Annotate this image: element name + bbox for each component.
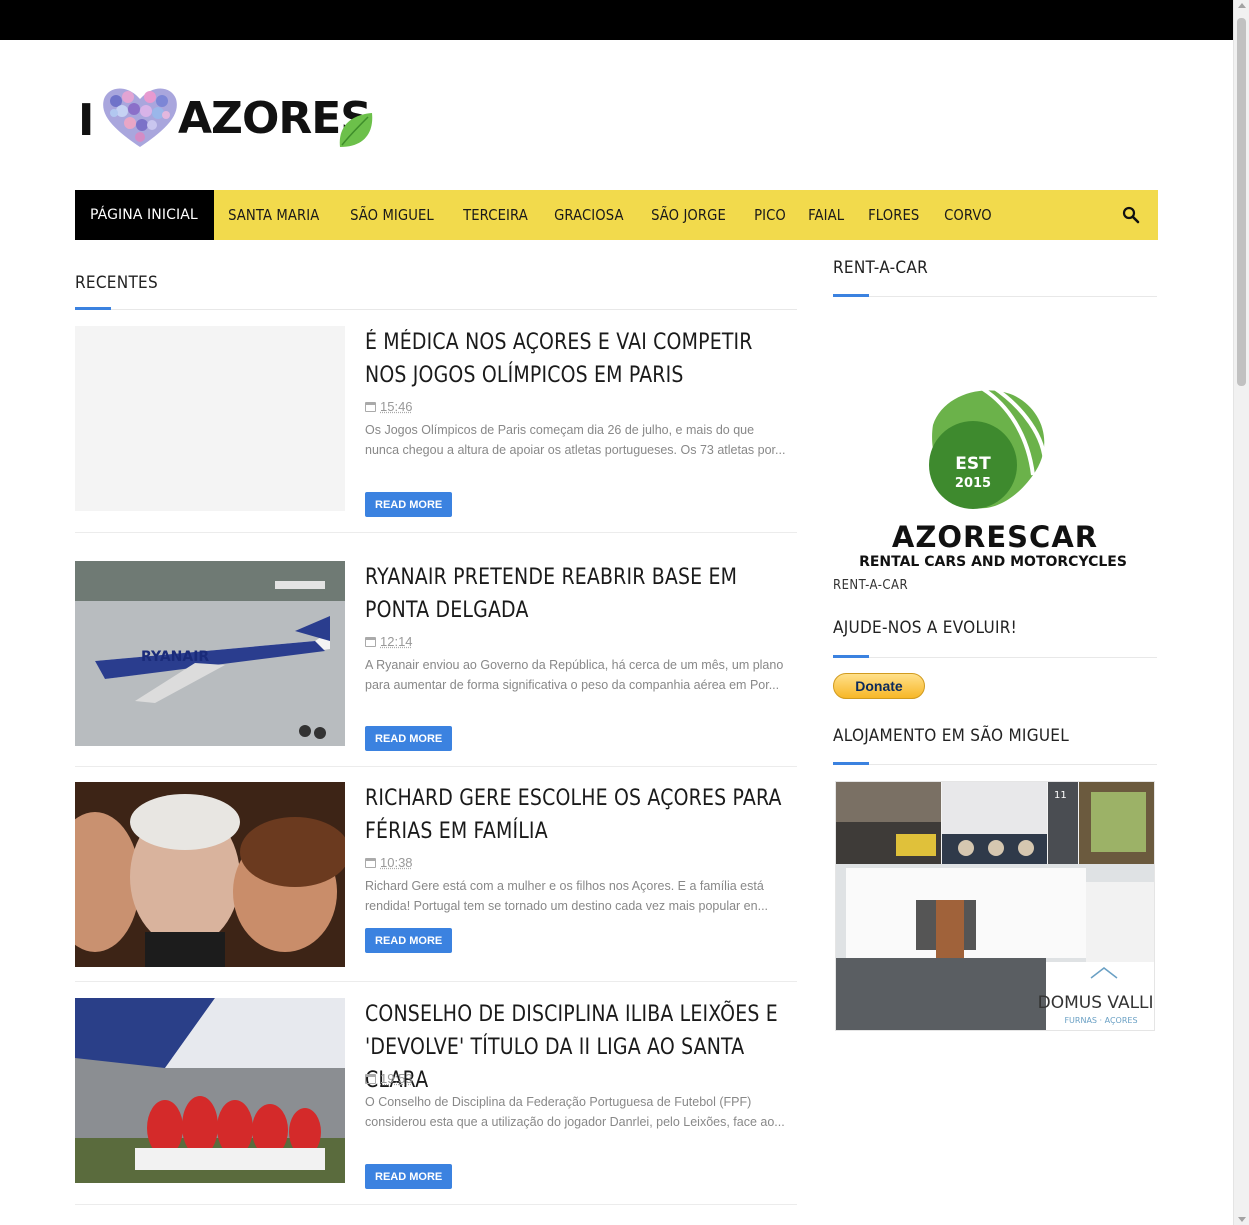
browser-top-bar <box>0 0 1233 40</box>
svg-text:AZORESCAR: AZORESCAR <box>892 520 1098 554</box>
logo-prefix: I <box>78 95 95 146</box>
svg-text:RENTAL CARS AND MOTORCYCLES: RENTAL CARS AND MOTORCYCLES <box>859 554 1127 570</box>
article-title[interactable]: RICHARD GERE ESCOLHE OS AÇORES PARA FÉRI… <box>365 782 795 848</box>
read-more-button[interactable]: READ MORE <box>365 726 453 751</box>
article-divider <box>75 981 797 982</box>
sidebar-accent-bar <box>833 655 869 658</box>
sidebar-divider <box>833 296 1157 297</box>
svg-text:DOMUS VALLIS: DOMUS VALLIS <box>1038 993 1155 1013</box>
airplane-livery-text: RYANAIR <box>141 649 209 665</box>
article-excerpt: O Conselho de Disciplina da Federação Po… <box>365 1095 785 1129</box>
hydrangea-heart-icon <box>103 88 177 147</box>
article-excerpt: A Ryanair enviou ao Governo da República… <box>365 658 784 692</box>
svg-text:2015: 2015 <box>955 476 991 491</box>
sidebar-title-rentacar: RENT-A-CAR <box>833 258 929 278</box>
sidebar-title-donate: AJUDE-NOS A EVOLUIR! <box>833 618 1018 638</box>
article-card: CONSELHO DE DISCIPLINA ILIBA LEIXÕES E '… <box>75 998 797 1206</box>
article-meta: 19:53 <box>365 1071 413 1086</box>
article-title[interactable]: CONSELHO DE DISCIPLINA ILIBA LEIXÕES E '… <box>365 998 795 1097</box>
article-time[interactable]: 12:14 <box>380 634 413 649</box>
scroll-up-arrow-icon[interactable] <box>1238 3 1246 8</box>
azorescar-logo-icon: EST 2015 AZORESCAR RENTAL CARS AND MOTOR… <box>859 385 1127 570</box>
scroll-down-arrow-icon[interactable] <box>1238 1217 1246 1222</box>
calendar-icon <box>365 857 376 868</box>
calendar-icon <box>365 401 376 412</box>
article-title[interactable]: É MÉDICA NOS AÇORES E VAI COMPETIR NOS J… <box>365 326 795 392</box>
nav-item-terceira[interactable]: TERCEIRA <box>449 190 542 240</box>
nav-item-flores[interactable]: FLORES <box>854 190 933 240</box>
article-thumbnail[interactable] <box>75 782 345 967</box>
main-navigation: PÁGINA INICIAL SANTA MARIA SÃO MIGUEL TE… <box>75 190 1158 240</box>
calendar-icon <box>365 636 376 647</box>
read-more-button[interactable]: READ MORE <box>365 1164 453 1189</box>
article-thumbnail-placeholder[interactable] <box>75 326 345 511</box>
read-more-button[interactable]: READ MORE <box>365 928 453 953</box>
nav-item-pagina-inicial[interactable]: PÁGINA INICIAL <box>75 190 214 240</box>
svg-text:EST: EST <box>955 454 991 474</box>
section-divider <box>75 309 797 310</box>
sidebar-divider <box>833 657 1157 658</box>
article-divider <box>75 1204 797 1205</box>
sidebar-accent-bar <box>833 294 869 297</box>
donate-button[interactable]: Donate <box>833 673 925 699</box>
article-meta: 12:14 <box>365 634 413 649</box>
page-scrollbar[interactable] <box>1233 0 1249 1225</box>
rentacar-caption[interactable]: RENT-A-CAR <box>833 578 908 593</box>
article-meta: 10:38 <box>365 855 413 870</box>
article-divider <box>75 532 797 533</box>
domus-vallis-ad[interactable]: 11 DOMUS VALLIS FURNAS · AÇORES <box>835 781 1155 1031</box>
sidebar-accent-bar <box>833 762 869 765</box>
calendar-icon <box>365 1073 376 1084</box>
section-title-recentes: RECENTES <box>75 273 158 293</box>
scrollbar-thumb[interactable] <box>1237 18 1246 386</box>
nav-item-sao-jorge[interactable]: SÃO JORGE <box>637 190 740 240</box>
sidebar-title-alojamento: ALOJAMENTO EM SÃO MIGUEL <box>833 726 1070 746</box>
sidebar-divider <box>833 764 1157 765</box>
site-logo[interactable]: I AZORES <box>78 85 378 155</box>
article-card: RYANAIR RYANAIR PRETENDE REABRIR BASE EM… <box>75 561 797 768</box>
article-title[interactable]: RYANAIR PRETENDE REABRIR BASE EM PONTA D… <box>365 561 795 627</box>
article-meta: 15:46 <box>365 399 413 414</box>
nav-item-graciosa[interactable]: GRACIOSA <box>540 190 638 240</box>
domus-vallis-house-photo-icon: 11 DOMUS VALLIS FURNAS · AÇORES <box>836 782 1155 1030</box>
leaf-icon <box>339 113 373 147</box>
nav-item-corvo[interactable]: CORVO <box>930 190 1006 240</box>
article-time[interactable]: 15:46 <box>380 399 413 414</box>
airplane-photo-icon: RYANAIR <box>75 561 345 746</box>
nav-item-faial[interactable]: FAIAL <box>794 190 858 240</box>
nav-item-sao-miguel[interactable]: SÃO MIGUEL <box>336 190 448 240</box>
nav-item-pico[interactable]: PICO <box>740 190 800 240</box>
svg-text:11: 11 <box>1054 790 1067 801</box>
football-team-photo-icon <box>75 998 345 1183</box>
article-excerpt: Os Jogos Olímpicos de Paris começam dia … <box>365 423 786 457</box>
svg-text:FURNAS · AÇORES: FURNAS · AÇORES <box>1064 1016 1137 1025</box>
article-divider <box>75 766 797 767</box>
article-thumbnail[interactable]: RYANAIR <box>75 561 345 746</box>
article-time[interactable]: 10:38 <box>380 855 413 870</box>
article-thumbnail[interactable] <box>75 998 345 1183</box>
article-card: É MÉDICA NOS AÇORES E VAI COMPETIR NOS J… <box>75 326 797 533</box>
azorescar-ad[interactable]: EST 2015 AZORESCAR RENTAL CARS AND MOTOR… <box>833 385 1157 570</box>
nav-item-santa-maria[interactable]: SANTA MARIA <box>214 190 333 240</box>
read-more-button[interactable]: READ MORE <box>365 492 453 517</box>
article-time[interactable]: 19:53 <box>380 1071 413 1086</box>
family-photo-icon <box>75 782 345 967</box>
section-accent-bar <box>75 307 111 310</box>
article-card: RICHARD GERE ESCOLHE OS AÇORES PARA FÉRI… <box>75 782 797 982</box>
article-excerpt: Richard Gere está com a mulher e os filh… <box>365 879 769 913</box>
search-icon[interactable] <box>1122 206 1140 224</box>
